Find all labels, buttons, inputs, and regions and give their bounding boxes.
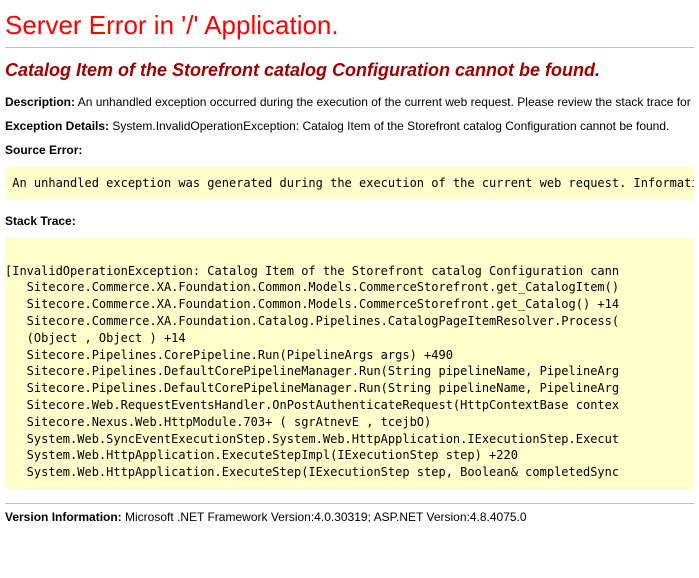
stack-trace-row: Stack Trace: xyxy=(5,214,694,228)
stack-trace-box: [InvalidOperationException: Catalog Item… xyxy=(5,238,694,489)
title-divider xyxy=(5,47,694,48)
stack-trace-label: Stack Trace: xyxy=(5,214,76,228)
source-error-row: Source Error: xyxy=(5,143,694,157)
error-subtitle: Catalog Item of the Storefront catalog C… xyxy=(5,60,694,81)
exception-details-text: System.InvalidOperationException: Catalo… xyxy=(109,119,669,133)
description-text: An unhandled exception occurred during t… xyxy=(75,95,694,109)
exception-details-label: Exception Details: xyxy=(5,119,109,133)
version-row: Version Information: Microsoft .NET Fram… xyxy=(5,510,694,524)
page-title: Server Error in '/' Application. xyxy=(5,10,694,41)
source-error-label: Source Error: xyxy=(5,143,82,157)
version-label: Version Information: xyxy=(5,510,122,524)
description-row: Description: An unhandled exception occu… xyxy=(5,95,694,109)
bottom-divider xyxy=(5,503,694,504)
description-label: Description: xyxy=(5,95,75,109)
source-error-box: An unhandled exception was generated dur… xyxy=(5,167,694,200)
exception-row: Exception Details: System.InvalidOperati… xyxy=(5,119,694,133)
version-text: Microsoft .NET Framework Version:4.0.303… xyxy=(122,510,527,524)
